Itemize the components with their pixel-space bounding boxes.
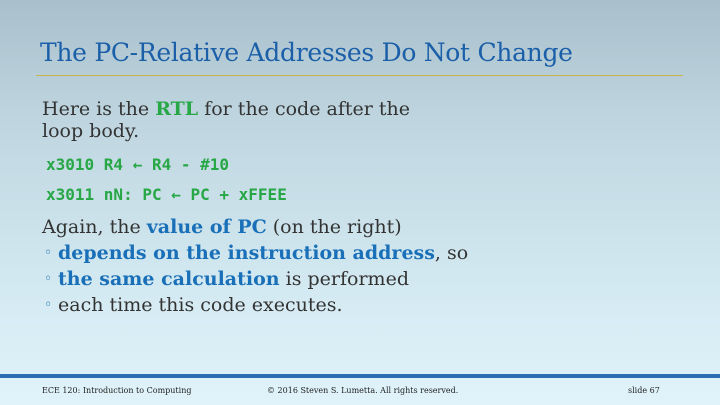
footer-course: ECE 120: Introduction to Computing [42,386,192,395]
bullet-circle-icon: ◦ [44,271,53,287]
slide-title: The PC-Relative Addresses Do Not Change [40,38,573,67]
bullet-text: , so [434,242,469,264]
bullet-text: each time this code executes. [58,294,343,316]
intro-text-line2: loop body. [42,120,140,142]
footer-copyright: © 2016 Steven S. Lumetta. All rights res… [267,386,459,395]
bullet-circle-icon: ◦ [44,297,53,313]
list-item: ◦ depends on the instruction address, so [42,240,682,266]
bullet-highlight: the same calculation [58,268,280,290]
intro-text-before: Here is the [42,98,156,120]
title-divider [36,75,683,76]
intro-paragraph: Here is the RTL for the code after the l… [42,98,682,142]
slide-body: Here is the RTL for the code after the l… [42,98,682,318]
footer-bar [0,374,720,378]
intro-text-after: for the code after the [198,98,410,120]
bullet-list: ◦ depends on the instruction address, so … [42,240,682,318]
bullet-highlight: depends on the instruction address [58,242,435,264]
again-text-after: (on the right) [266,216,402,238]
list-item: ◦ the same calculation is performed [42,266,682,292]
pc-value-highlight: value of PC [146,216,267,238]
bullet-text: is performed [279,268,409,290]
code-line: x3011 nN: PC ← PC + xFFEE [46,185,287,204]
code-block: x3010 R4 ← R4 - #10 x3011 nN: PC ← PC + … [42,150,682,210]
rtl-highlight: RTL [155,98,199,120]
footer-slide-number: slide 67 [628,386,660,395]
again-text-before: Again, the [42,216,147,238]
code-line: x3010 R4 ← R4 - #10 [46,155,230,174]
again-paragraph: Again, the value of PC (on the right) [42,216,682,238]
list-item: ◦ each time this code executes. [42,292,682,318]
bullet-circle-icon: ◦ [44,245,53,261]
